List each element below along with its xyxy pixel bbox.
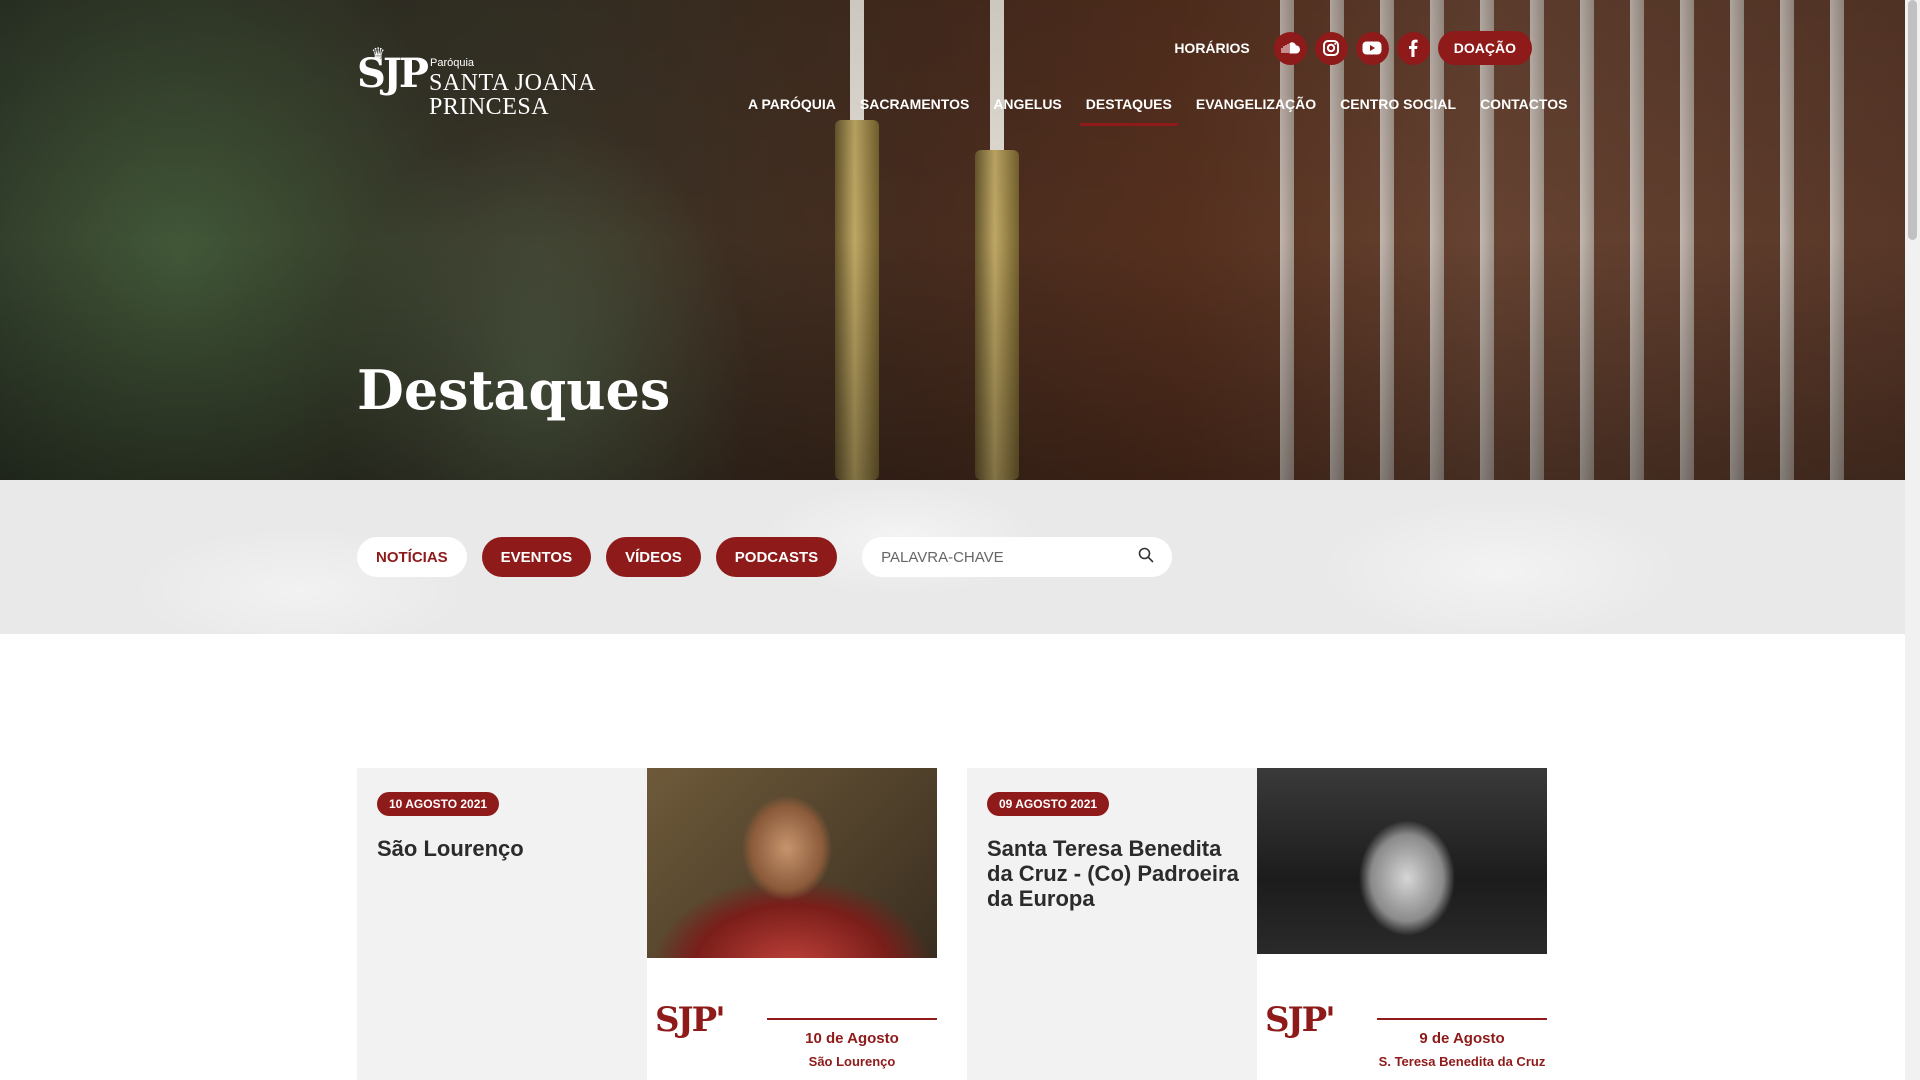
scrollbar-thumb[interactable] (1908, 0, 1917, 240)
nav-item-centro-social[interactable]: CENTRO SOCIAL (1328, 96, 1468, 122)
facebook-icon[interactable] (1396, 31, 1430, 65)
nav-item-destaques[interactable]: DESTAQUES (1074, 96, 1184, 126)
logo-mark: SJP (357, 50, 429, 97)
search-box (862, 537, 1173, 577)
news-card[interactable]: 10 AGOSTO 2021 São Lourenço SJP' 10 de A… (357, 768, 937, 1080)
nav-item-a-paroquia[interactable]: A PARÓQUIA (736, 96, 848, 122)
hero-banner: ♛ SJP Paróquia SANTA JOANA PRINCESA HORÁ… (0, 0, 1905, 480)
filter-videos-button[interactable]: VÍDEOS (606, 537, 701, 577)
filter-bar: NOTÍCIAS EVENTOS VÍDEOS PODCASTS (0, 480, 1905, 634)
thumb-logo: SJP' (655, 1000, 726, 1040)
youtube-icon[interactable] (1355, 31, 1389, 65)
thumb-logo: SJP' (1265, 1000, 1336, 1040)
card-title[interactable]: São Lourenço (377, 836, 637, 861)
soundcloud-icon[interactable] (1273, 31, 1307, 65)
search-input[interactable] (881, 548, 1139, 566)
page-title: Destaques (357, 358, 671, 422)
news-cards: 10 AGOSTO 2021 São Lourenço SJP' 10 de A… (357, 768, 1547, 1080)
thumb-saint-name: São Lourenço (808, 1054, 896, 1069)
hero-overlay (0, 0, 1905, 480)
card-title[interactable]: Santa Teresa Benedita da Cruz - (Co) Pad… (987, 836, 1247, 911)
date-badge: 10 AGOSTO 2021 (377, 792, 500, 816)
thumb-date: 10 de Agosto (805, 1030, 899, 1047)
card-thumbnail[interactable]: SJP' 9 de Agosto S. Teresa Benedita da C… (1257, 768, 1547, 1080)
thumb-divider (767, 1018, 937, 1020)
nav-item-angelus[interactable]: ANGELUS (981, 96, 1073, 122)
thumb-date: 9 de Agosto (1419, 1030, 1505, 1047)
donate-button[interactable]: DOAÇÃO (1437, 31, 1532, 65)
card-thumbnail[interactable]: SJP' 10 de Agosto São Lourenço (647, 768, 937, 1080)
filter-podcasts-button[interactable]: PODCASTS (715, 537, 838, 577)
search-icon[interactable] (1138, 547, 1154, 568)
top-bar: HORÁRIOS DOAÇÃO (1174, 31, 1532, 65)
site-logo[interactable]: ♛ SJP Paróquia SANTA JOANA PRINCESA (357, 46, 597, 120)
date-badge: 09 AGOSTO 2021 (987, 792, 1110, 816)
thumb-saint-name: S. Teresa Benedita da Cruz (1378, 1054, 1546, 1069)
saint-photo (1257, 768, 1547, 954)
logo-line-2: PRINCESA (429, 94, 550, 120)
filter-eventos-button[interactable]: EVENTOS (481, 537, 592, 577)
page-scrollbar[interactable] (1905, 0, 1920, 1080)
nav-item-contactos[interactable]: CONTACTOS (1468, 96, 1579, 122)
nav-item-sacramentos[interactable]: SACRAMENTOS (848, 96, 981, 122)
schedule-link[interactable]: HORÁRIOS (1174, 40, 1249, 56)
saint-painting (647, 768, 937, 958)
instagram-icon[interactable] (1314, 31, 1348, 65)
nav-item-evangelizacao[interactable]: EVANGELIZAÇÃO (1184, 96, 1328, 122)
filter-noticias-button[interactable]: NOTÍCIAS (357, 537, 467, 577)
logo-subtitle: Paróquia (430, 57, 475, 69)
filter-pills: NOTÍCIAS EVENTOS VÍDEOS PODCASTS (357, 537, 1173, 577)
news-card[interactable]: 09 AGOSTO 2021 Santa Teresa Benedita da … (967, 768, 1547, 1080)
main-nav: A PARÓQUIA SACRAMENTOS ANGELUS DESTAQUES… (736, 96, 1579, 126)
logo-line-1: SANTA JOANA (429, 70, 596, 96)
thumb-divider (1377, 1018, 1547, 1020)
